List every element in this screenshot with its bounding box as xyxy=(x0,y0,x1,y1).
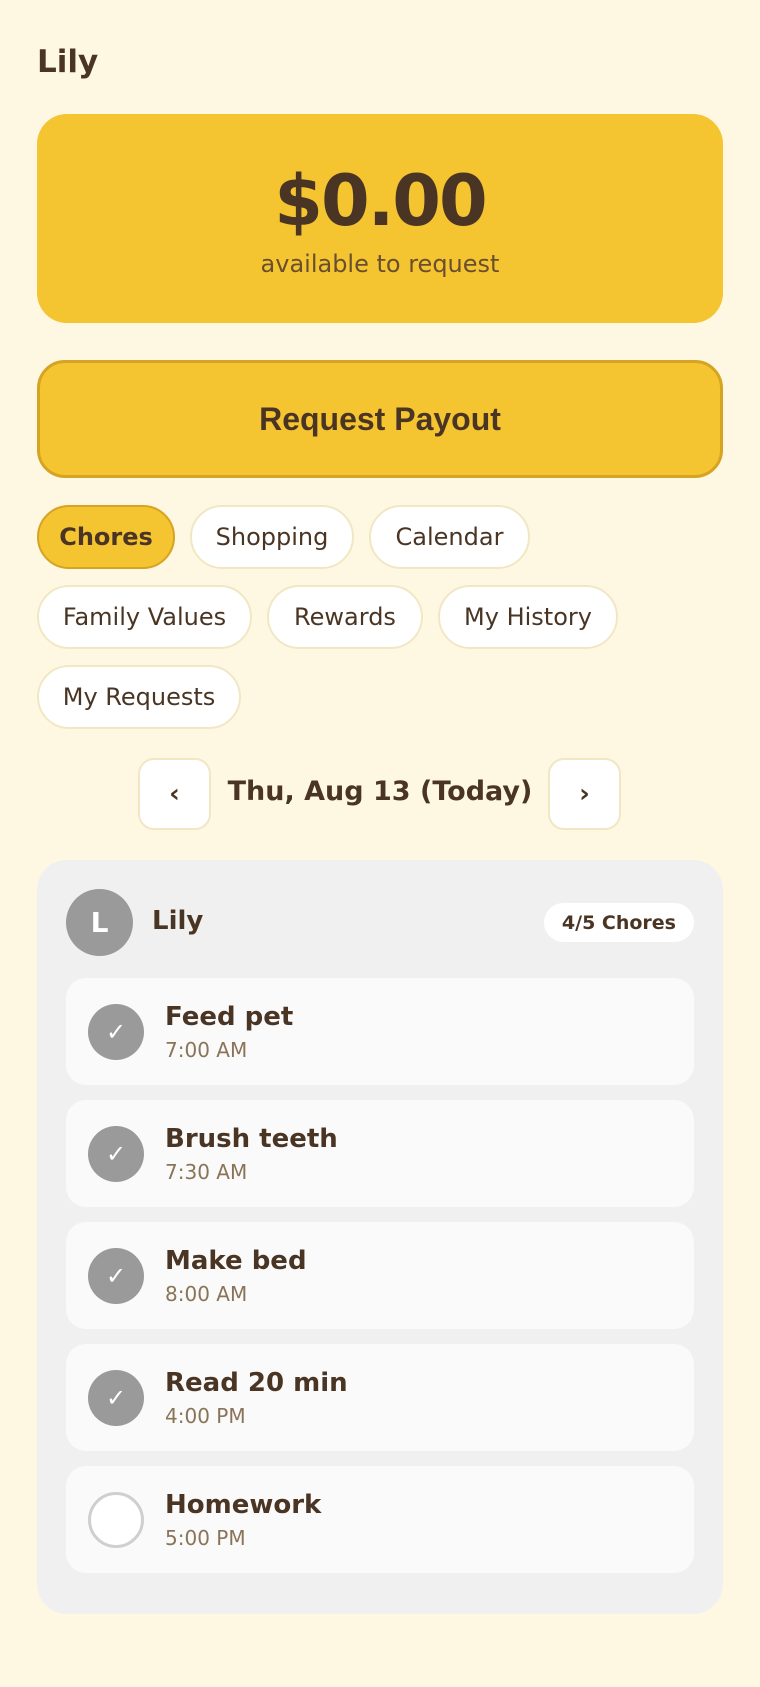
chore-time: 5:00 PM xyxy=(165,1526,246,1550)
chore-title: Feed pet xyxy=(165,1002,294,1032)
balance-amount: $0.00 xyxy=(274,160,487,242)
tab-calendar[interactable]: Calendar xyxy=(369,505,530,569)
check-icon[interactable]: ✓ xyxy=(88,1126,144,1182)
next-day-button[interactable]: › xyxy=(548,758,621,830)
chore-count-badge: 4/5 Chores xyxy=(543,903,694,942)
chore-panel: L Lily 4/5 Chores ✓ Feed pet 7:00 AM ✓ B… xyxy=(37,860,723,1614)
request-payout-button[interactable]: Request Payout xyxy=(37,360,723,478)
tab-my-history[interactable]: My History xyxy=(438,585,618,649)
chore-item[interactable]: ✓ Read 20 min 4:00 PM xyxy=(66,1344,694,1451)
empty-circle-icon[interactable] xyxy=(88,1492,144,1548)
check-icon[interactable]: ✓ xyxy=(88,1370,144,1426)
chore-item[interactable]: ✓ Brush teeth 7:30 AM xyxy=(66,1100,694,1207)
chore-title: Read 20 min xyxy=(165,1368,348,1398)
check-icon[interactable]: ✓ xyxy=(88,1248,144,1304)
check-icon[interactable]: ✓ xyxy=(88,1004,144,1060)
chore-item[interactable]: ✓ Feed pet 7:00 AM xyxy=(66,978,694,1085)
user-name-heading: Lily xyxy=(37,44,99,80)
panel-user-name: Lily xyxy=(152,906,204,936)
tab-my-requests[interactable]: My Requests xyxy=(37,665,241,729)
chore-time: 4:00 PM xyxy=(165,1404,246,1428)
chore-title: Brush teeth xyxy=(165,1124,338,1154)
chore-title: Homework xyxy=(165,1490,322,1520)
balance-card: $0.00 available to request xyxy=(37,114,723,323)
tab-chores[interactable]: Chores xyxy=(37,505,175,569)
tab-shopping[interactable]: Shopping xyxy=(190,505,354,569)
chore-time: 8:00 AM xyxy=(165,1282,248,1306)
chore-time: 7:00 AM xyxy=(165,1038,248,1062)
avatar: L xyxy=(66,889,133,956)
page: Lily $0.00 available to request Request … xyxy=(0,0,760,1687)
tab-rewards[interactable]: Rewards xyxy=(267,585,423,649)
chore-item[interactable]: ✓ Make bed 8:00 AM xyxy=(66,1222,694,1329)
chore-title: Make bed xyxy=(165,1246,307,1276)
balance-caption: available to request xyxy=(260,250,500,278)
previous-day-button[interactable]: ‹ xyxy=(138,758,211,830)
current-date-label: Thu, Aug 13 (Today) xyxy=(227,776,533,807)
chore-time: 7:30 AM xyxy=(165,1160,248,1184)
tab-family-values[interactable]: Family Values xyxy=(37,585,252,649)
chore-item[interactable]: Homework 5:00 PM xyxy=(66,1466,694,1573)
